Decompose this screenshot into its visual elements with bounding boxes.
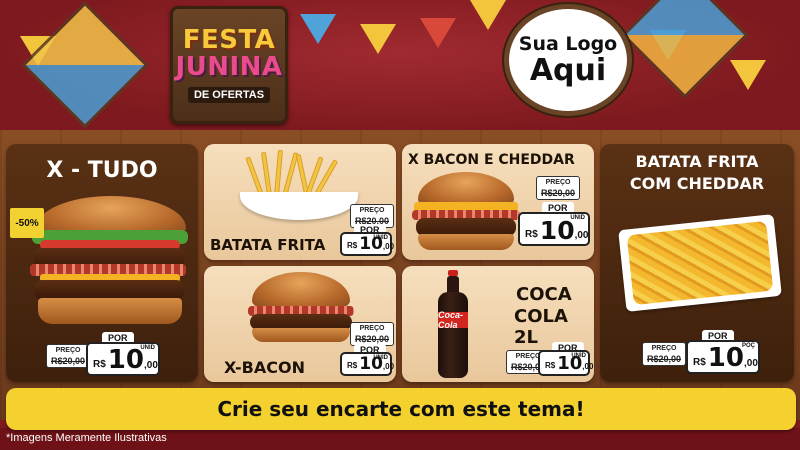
product-card-batata-cheddar[interactable]: BATATA FRITA COM CHEDDAR PREÇO R$20,00 P… [600,144,794,382]
old-price-tag: PREÇO R$20,00 [350,322,395,346]
old-price-tag: PREÇO R$20,00 [536,176,581,200]
price-box: R$ 10 ,00 UNID [86,342,160,376]
festive-flag-icon [420,18,456,48]
price-box: R$ 10 ,00 UNID [538,350,593,376]
festive-flag-icon [360,24,396,54]
discount-badge: -50% [10,208,44,238]
product-name-line1: BATATA FRITA [635,152,759,171]
festive-flag-icon [470,0,506,30]
product-card-xbacon-cheddar[interactable]: X BACON E CHEDDAR PREÇO R$20,00 POR R$ 1… [402,144,594,260]
price-box: R$ 10 ,00 POÇ [686,340,760,374]
junina-title: JUNINA [175,52,283,82]
festive-flag-icon [730,60,766,90]
price-box: R$ 10 ,00 UNID [340,232,394,256]
lantern-icon [21,1,149,129]
festa-title: FESTA [182,25,276,55]
ofertas-subtitle: DE OFERTAS [187,87,271,103]
logo-text-line2: Aqui [529,53,607,88]
festive-flag-icon [300,14,336,44]
product-card-batata-frita[interactable]: BATATA FRITA PREÇO R$20,00 POR R$ 10 ,00… [204,144,396,260]
product-name: BATATA FRITA [210,236,326,254]
old-price-tag: PREÇO R$20,00 [46,344,91,368]
price-box: R$ 10 ,00 UNID [340,352,394,376]
product-name: X BACON E CHEDDAR [408,152,575,168]
product-name: X-BACON [224,358,305,377]
old-price-tag: PREÇO R$20,00 [642,342,687,366]
header-banner: FESTA JUNINA DE OFERTAS Sua Logo Aqui [0,0,800,132]
festa-junina-logo: FESTA JUNINA DE OFERTAS [170,6,288,124]
logo-text-line1: Sua Logo [518,33,618,55]
product-card-xbacon[interactable]: X-BACON PREÇO R$20,00 POR R$ 10 ,00 UNID [204,266,396,382]
product-name: X - TUDO [46,158,158,183]
product-name-line2: COM CHEDDAR [629,174,765,193]
disclaimer-text: *Imagens Meramente Ilustrativas [6,432,167,444]
product-name-line1: COCA [516,284,572,305]
price-box: R$ 10 ,00 UNID [518,212,590,246]
cta-banner[interactable]: Crie seu encarte com este tema! [6,388,796,430]
product-card-xtudo[interactable]: X - TUDO PREÇO R$20,00 POR R$ 10 ,00 UNI… [6,144,198,382]
product-card-coca-cola[interactable]: Coca-Cola COCA COLA 2L PREÇO R$20,00 POR… [402,266,594,382]
brand-logo-placeholder: Sua Logo Aqui [504,4,632,116]
